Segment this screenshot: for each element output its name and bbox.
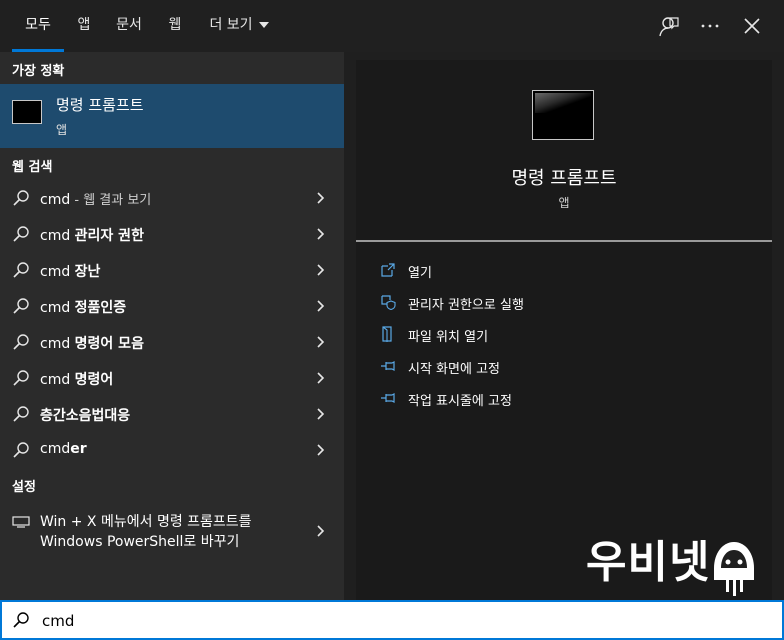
tab-all[interactable]: 모두	[12, 0, 64, 52]
tab-more-label: 더 보기	[209, 17, 253, 33]
best-match-name: 명령 프롬프트	[56, 96, 144, 114]
web-result-text: 층간소음법대응	[40, 405, 130, 425]
best-match-type: 앱	[56, 123, 68, 137]
action-open-label: 열기	[408, 266, 432, 281]
preview-type: 앱	[558, 196, 570, 210]
watermark-logo-icon	[714, 542, 754, 596]
web-result-bold: 정품인증	[74, 300, 127, 316]
cmd-large-icon	[532, 90, 594, 140]
web-result-prefix: cmd	[40, 264, 75, 280]
web-result-item[interactable]: cmd 정품인증	[0, 288, 344, 324]
section-best-match: 가장 정확	[12, 64, 65, 79]
web-result-prefix: cmd	[40, 336, 75, 352]
web-result-text: cmd 장난	[40, 261, 100, 281]
web-result-bold: 층간소음법대응	[40, 408, 131, 424]
section-settings: 설정	[12, 480, 36, 495]
web-result-suffix: - 웹 결과 보기	[70, 193, 152, 208]
web-result-item[interactable]: cmd 명령어	[0, 360, 344, 396]
open-icon	[381, 263, 395, 277]
display-settings-icon	[12, 516, 30, 528]
file-location-icon	[382, 326, 392, 342]
web-result-text: cmd 관리자 권한	[40, 225, 144, 245]
cmd-app-icon	[12, 100, 42, 124]
chevron-right-icon	[317, 444, 325, 456]
chevron-down-icon	[258, 22, 269, 28]
search-icon	[13, 442, 29, 458]
web-result-prefix: cmd	[40, 300, 75, 316]
web-result-text: cmd 정품인증	[40, 297, 126, 317]
search-input[interactable]	[40, 608, 744, 634]
web-result-text: cmd 명령어	[40, 369, 113, 389]
chevron-right-icon	[317, 192, 325, 204]
search-icon	[13, 370, 29, 386]
more-options-icon[interactable]	[696, 12, 724, 40]
web-result-bold: 장난	[74, 264, 101, 280]
web-result-item[interactable]: cmd 장난	[0, 252, 344, 288]
web-result-item[interactable]: cmd 관리자 권한	[0, 216, 344, 252]
chevron-right-icon	[317, 372, 325, 384]
action-open-file-location-label: 파일 위치 열기	[408, 330, 489, 345]
shield-icon	[381, 295, 396, 310]
web-result-prefix: cmd	[40, 441, 71, 457]
chevron-right-icon	[317, 264, 325, 276]
search-icon	[13, 334, 29, 350]
preview-name: 명령 프롬프트	[511, 168, 617, 189]
search-icon	[13, 190, 29, 206]
tab-bar: 모두 앱 문서 웹 더 보기	[0, 0, 784, 52]
web-result-text: cmder	[40, 441, 87, 457]
search-icon	[13, 406, 29, 422]
action-pin-to-start-label: 시작 화면에 고정	[408, 362, 500, 377]
preview-pane: 명령 프롬프트 앱 열기 관리자 권한으로 실행 파일 위치 열기 시작 화면에…	[356, 60, 772, 600]
action-pin-to-taskbar-label: 작업 표시줄에 고정	[408, 394, 512, 409]
web-result-bold: 명령어	[74, 372, 114, 388]
tab-more[interactable]: 더 보기	[204, 0, 274, 52]
settings-item[interactable]: Win + X 메뉴에서 명령 프롬프트를 Windows PowerShell…	[0, 505, 344, 557]
web-result-item[interactable]: cmd 명령어 모음	[0, 324, 344, 360]
best-match-item[interactable]: 명령 프롬프트 앱	[0, 84, 344, 148]
web-result-prefix: cmd	[40, 192, 71, 208]
search-icon	[13, 298, 29, 314]
action-run-as-admin-label: 관리자 권한으로 실행	[408, 298, 524, 313]
results-pane: 가장 정확 명령 프롬프트 앱 웹 검색 cmd - 웹 결과 보기 cmd 관리…	[0, 52, 344, 600]
close-icon[interactable]	[738, 12, 766, 40]
search-icon	[13, 226, 29, 242]
tab-documents[interactable]: 문서	[110, 0, 148, 52]
settings-item-line1: Win + X 메뉴에서 명령 프롬프트를	[40, 514, 252, 530]
web-result-bold: 명령어 모음	[74, 336, 144, 352]
web-result-text: cmd 명령어 모음	[40, 333, 144, 353]
web-result-bold: 관리자 권한	[74, 228, 144, 244]
chevron-right-icon	[317, 228, 325, 240]
web-result-item[interactable]: 층간소음법대응	[0, 396, 344, 432]
web-result-prefix: cmd	[40, 228, 75, 244]
web-result-text: cmd - 웹 결과 보기	[40, 189, 151, 208]
chevron-right-icon	[317, 525, 325, 537]
chevron-right-icon	[317, 336, 325, 348]
settings-item-line2: Windows PowerShell로 바꾸기	[40, 534, 240, 550]
pin-icon	[381, 361, 395, 371]
search-icon	[13, 612, 29, 628]
tab-web[interactable]: 웹	[162, 0, 188, 52]
tab-apps[interactable]: 앱	[70, 0, 98, 52]
web-result-item[interactable]: cmd - 웹 결과 보기	[0, 180, 344, 216]
web-result-prefix: cmd	[40, 372, 75, 388]
pin-icon	[381, 393, 395, 403]
watermark-text: 우비넷	[586, 537, 711, 588]
search-bar	[0, 600, 784, 640]
web-result-bold: er	[70, 441, 87, 457]
web-result-item[interactable]: cmder	[0, 432, 344, 468]
search-icon	[13, 262, 29, 278]
chevron-right-icon	[317, 408, 325, 420]
section-web-search: 웹 검색	[12, 160, 53, 175]
chevron-right-icon	[317, 300, 325, 312]
preview-divider	[356, 240, 772, 242]
feedback-icon[interactable]	[654, 12, 682, 40]
